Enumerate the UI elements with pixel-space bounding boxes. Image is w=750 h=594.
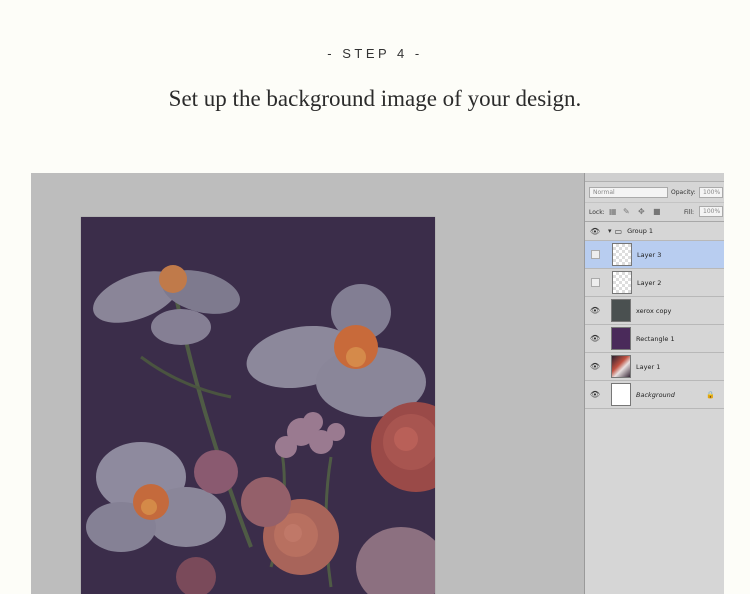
blend-mode-select[interactable]: Normal	[589, 187, 668, 198]
opacity-label: Opacity:	[671, 189, 696, 196]
blend-mode-value: Normal	[593, 189, 615, 196]
layer-row-group-1[interactable]: 👁 ▾ ▭ Group 1	[585, 222, 724, 241]
layer-thumbnail	[611, 327, 631, 350]
fill-field[interactable]: 100%	[699, 206, 723, 217]
visibility-toggle[interactable]	[591, 278, 600, 287]
panel-toolbar	[585, 173, 724, 182]
disclosure-triangle-icon[interactable]: ▾	[608, 227, 612, 235]
layer-thumbnail	[612, 271, 632, 294]
layer-row-background[interactable]: 👁 Background 🔒	[585, 381, 724, 409]
lock-options-row: Lock: ▦ ✎ ✥ ■ Fill: 100%	[585, 203, 724, 222]
ranunculus-left	[241, 477, 291, 527]
lock-icon: 🔒	[706, 390, 715, 399]
eye-icon[interactable]: 👁	[588, 306, 602, 315]
eye-icon[interactable]: 👁	[588, 227, 602, 236]
eye-icon[interactable]: 👁	[588, 334, 602, 343]
layer-thumbnail	[612, 243, 632, 266]
layers-panel: Normal Opacity: 100% Lock: ▦ ✎ ✥ ■ Fill:…	[584, 173, 724, 594]
photoshop-screenshot: Normal Opacity: 100% Lock: ▦ ✎ ✥ ■ Fill:…	[31, 173, 724, 594]
layer-thumbnail	[611, 355, 631, 378]
layer-name: Layer 1	[636, 362, 661, 371]
flower-artwork	[81, 217, 435, 594]
layer-row-layer-2[interactable]: Layer 2	[585, 269, 724, 297]
blend-options-row: Normal Opacity: 100%	[585, 182, 724, 203]
lock-position-icon[interactable]: ✥	[638, 207, 645, 216]
layer-name: Rectangle 1	[636, 334, 675, 343]
step-label: - STEP 4 -	[327, 46, 423, 61]
visibility-toggle[interactable]	[591, 250, 600, 259]
layer-row-xerox-copy[interactable]: 👁 xerox copy	[585, 297, 724, 325]
layer-name: Layer 3	[637, 250, 662, 259]
document-canvas[interactable]	[81, 217, 435, 594]
eye-icon[interactable]: 👁	[588, 390, 602, 399]
folder-icon: ▭	[614, 226, 623, 236]
layer-row-layer-1[interactable]: 👁 Layer 1	[585, 353, 724, 381]
layer-thumbnail	[611, 383, 631, 406]
opacity-field[interactable]: 100%	[699, 187, 723, 198]
layer-name: Group 1	[627, 227, 654, 235]
layer-name: Layer 2	[637, 278, 662, 287]
fill-label: Fill:	[684, 209, 695, 216]
pink-rose-small	[194, 450, 238, 494]
layer-thumbnail	[611, 299, 631, 322]
layer-row-rectangle-1[interactable]: 👁 Rectangle 1	[585, 325, 724, 353]
lock-all-icon[interactable]: ■	[653, 207, 661, 216]
lock-label: Lock:	[589, 209, 605, 216]
opacity-value: 100%	[703, 189, 721, 196]
step-title: Set up the background image of your desi…	[168, 86, 582, 111]
eye-icon[interactable]: 👁	[588, 362, 602, 371]
layer-row-layer-3[interactable]: Layer 3	[585, 241, 724, 269]
lock-transparent-icon[interactable]: ▦	[609, 207, 617, 216]
layer-name: xerox copy	[636, 306, 672, 315]
lock-pixels-icon[interactable]: ✎	[623, 207, 630, 216]
fill-value: 100%	[703, 208, 721, 215]
layer-name: Background	[636, 390, 675, 399]
